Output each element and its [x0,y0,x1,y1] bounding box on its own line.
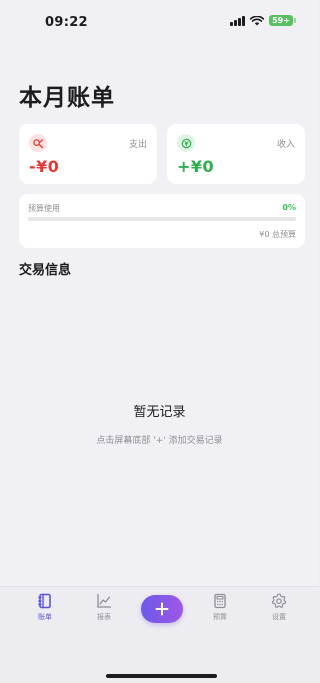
expense-icon [29,134,47,152]
status-icons: 59+ [230,15,296,26]
budget-total: ¥0 总预算 [259,230,296,239]
tab-reports[interactable]: 报表 [84,593,124,622]
tab-settings-label: 设置 [272,613,286,621]
tab-budget-label: 预算 [213,613,227,621]
tab-budget[interactable]: 预算 [200,593,240,622]
income-value: +¥0 [177,157,215,176]
tab-reports-label: 报表 [97,613,111,621]
budget-percent: 0% [282,203,296,212]
signal-icon [230,15,245,26]
tab-bills[interactable]: 账单 [25,593,65,622]
app-screen: 09:22 59+ 本月账单 支出 -¥0 收入 +¥0 预算使用 0% ¥0 … [0,0,319,683]
tab-bills-label: 账单 [38,613,52,621]
empty-state-hint: 点击屏幕底部 '+' 添加交易记录 [96,436,223,446]
budget-label: 预算使用 [28,204,60,213]
line-chart-icon [97,593,112,608]
budget-card[interactable]: 预算使用 0% ¥0 总预算 [19,194,305,248]
status-bar: 09:22 59+ [0,0,319,42]
page-title: 本月账单 [19,85,115,111]
wifi-icon [250,15,264,26]
income-card[interactable]: 收入 +¥0 [167,124,305,184]
transactions-title: 交易信息 [19,263,72,278]
income-icon [177,134,195,152]
battery-icon: 59+ [269,15,296,26]
tab-settings[interactable]: 设置 [259,593,299,622]
add-transaction-button[interactable] [141,595,183,623]
empty-state-title: 暂无记录 [133,405,186,420]
gear-icon [271,593,287,608]
expense-label: 支出 [128,140,147,150]
status-time: 09:22 [45,15,88,30]
income-label: 收入 [276,140,295,150]
expense-card[interactable]: 支出 -¥0 [19,124,157,184]
bill-book-icon [38,593,51,609]
home-indicator [106,674,217,678]
expense-value: -¥0 [29,157,60,176]
plus-icon [155,602,169,616]
calculator-icon [214,593,226,609]
budget-progress-bar [28,217,296,221]
